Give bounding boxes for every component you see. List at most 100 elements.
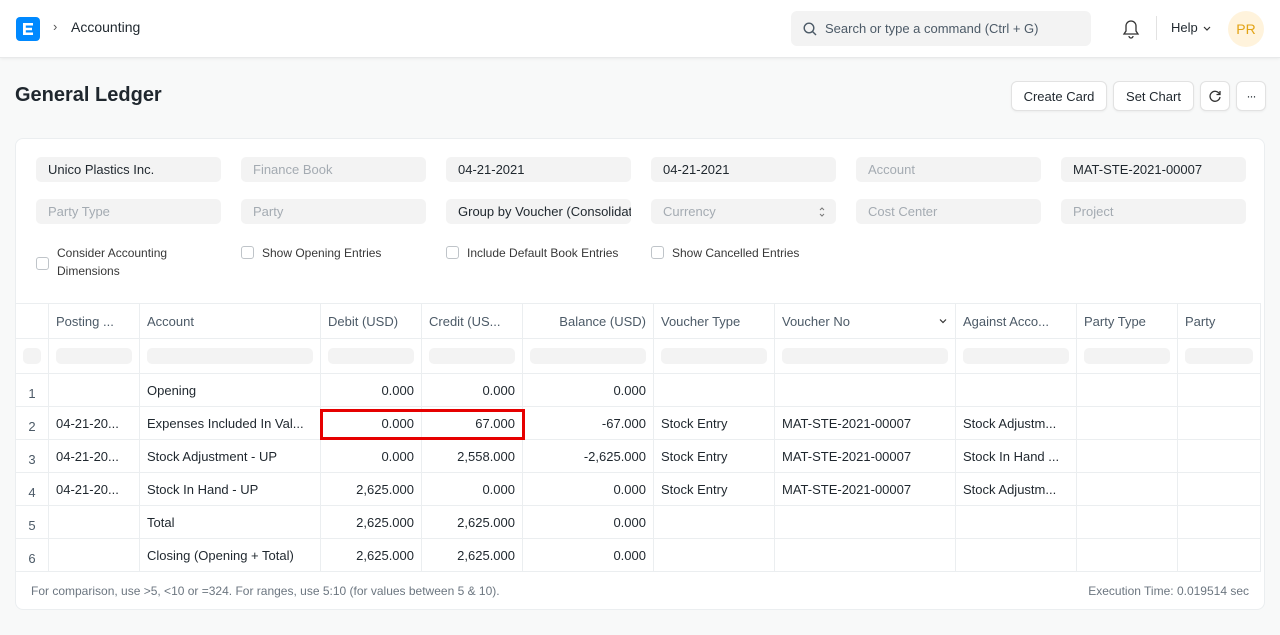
cell-credit[interactable]: 2,625.000 [422,506,523,538]
cell-debit[interactable]: 0.000 [321,374,422,406]
app-logo-icon[interactable] [16,17,40,41]
cell-party[interactable] [1178,506,1261,538]
cell-posting-date[interactable] [49,506,140,538]
cell-credit[interactable]: 2,558.000 [422,440,523,472]
cell-account[interactable]: Stock In Hand - UP [140,473,321,505]
group-by-select[interactable]: Group by Voucher (Consolidated) [446,199,631,224]
column-filter-input-credit[interactable] [429,348,515,364]
voucher-no-field[interactable]: MAT-STE-2021-00007 [1061,157,1246,182]
cell-debit[interactable]: 2,625.000 [321,473,422,505]
cell-debit[interactable]: 2,625.000 [321,506,422,538]
column-header-debit[interactable]: Debit (USD) [321,304,422,338]
column-header-voucher-type[interactable]: Voucher Type [654,304,775,338]
cell-party[interactable] [1178,539,1261,571]
cell-credit[interactable]: 2,625.000 [422,539,523,571]
chevron-down-icon[interactable] [938,316,948,326]
cell-row-index[interactable]: 6 [16,539,49,571]
cell-row-index[interactable]: 4 [16,473,49,505]
checkbox-box[interactable] [241,246,254,259]
cell-row-index[interactable]: 5 [16,506,49,538]
party-field[interactable]: Party [241,199,426,224]
column-header-row-index[interactable] [16,304,49,338]
cell-party-type[interactable] [1077,506,1178,538]
cell-voucher-no[interactable]: MAT-STE-2021-00007 [775,407,956,439]
cell-row-index[interactable]: 1 [16,374,49,406]
cell-voucher-no[interactable] [775,506,956,538]
table-row[interactable]: 2 04-21-20... Expenses Included In Val... 0… [16,407,1261,440]
cell-voucher-type[interactable] [654,506,775,538]
cell-voucher-type[interactable]: Stock Entry [654,407,775,439]
cell-party-type[interactable] [1077,473,1178,505]
search-bar[interactable]: Search or type a command (Ctrl + G) [791,11,1091,46]
cell-voucher-no[interactable]: MAT-STE-2021-00007 [775,440,956,472]
cell-party-type[interactable] [1077,539,1178,571]
cell-against-account[interactable] [956,539,1077,571]
column-header-party-type[interactable]: Party Type [1077,304,1178,338]
column-filter-input-party[interactable] [1185,348,1253,364]
avatar[interactable]: PR [1228,11,1264,47]
cell-balance[interactable]: 0.000 [523,506,654,538]
search-input[interactable]: Search or type a command (Ctrl + G) [825,21,1039,36]
project-field[interactable]: Project [1061,199,1246,224]
currency-select[interactable]: Currency [651,199,836,224]
account-field[interactable]: Account [856,157,1041,182]
create-card-button[interactable]: Create Card [1011,81,1107,111]
cell-account[interactable]: Total [140,506,321,538]
cell-voucher-type[interactable]: Stock Entry [654,473,775,505]
cost-center-field[interactable]: Cost Center [856,199,1041,224]
help-dropdown[interactable]: Help [1171,20,1212,35]
cell-account[interactable]: Stock Adjustment - UP [140,440,321,472]
cell-debit[interactable]: 2,625.000 [321,539,422,571]
cell-party[interactable] [1178,374,1261,406]
table-row[interactable]: 6 Closing (Opening + Total) 2,625.000 2,625… [16,539,1261,572]
cell-party-type[interactable] [1077,440,1178,472]
column-header-balance[interactable]: Balance (USD) [523,304,654,338]
column-header-posting-date[interactable]: Posting ... [49,304,140,338]
cell-posting-date[interactable] [49,374,140,406]
finance-book-field[interactable]: Finance Book [241,157,426,182]
cell-party-type[interactable] [1077,374,1178,406]
cell-balance[interactable]: -67.000 [523,407,654,439]
cell-voucher-no[interactable]: MAT-STE-2021-00007 [775,473,956,505]
cell-party[interactable] [1178,473,1261,505]
column-filter-input-posting-date[interactable] [56,348,132,364]
column-filter-input-row-index[interactable] [23,348,41,364]
cell-against-account[interactable]: Stock Adjustm... [956,473,1077,505]
column-filter-input-against-account[interactable] [963,348,1069,364]
cell-voucher-type[interactable]: Stock Entry [654,440,775,472]
cell-row-index[interactable]: 3 [16,440,49,472]
more-options-button[interactable]: ··· [1236,81,1266,111]
column-header-credit[interactable]: Credit (US... [422,304,523,338]
cell-voucher-no[interactable] [775,374,956,406]
cell-account[interactable]: Expenses Included In Val... [140,407,321,439]
party-type-field[interactable]: Party Type [36,199,221,224]
table-row[interactable]: 3 04-21-20... Stock Adjustment - UP 0.000 2,… [16,440,1261,473]
cell-account[interactable]: Closing (Opening + Total) [140,539,321,571]
cancelled-entries-checkbox[interactable]: Show Cancelled Entries [651,244,799,262]
table-row[interactable]: 1 Opening 0.000 0.000 0.000 [16,374,1261,407]
default-book-checkbox[interactable]: Include Default Book Entries [446,244,618,262]
company-field[interactable]: Unico Plastics Inc. [36,157,221,182]
table-row[interactable]: 4 04-21-20... Stock In Hand - UP 2,625.000 0… [16,473,1261,506]
cell-party-type[interactable] [1077,407,1178,439]
cell-balance[interactable]: 0.000 [523,539,654,571]
cell-row-index[interactable]: 2 [16,407,49,439]
column-header-against-account[interactable]: Against Acco... [956,304,1077,338]
refresh-button[interactable] [1200,81,1230,111]
cell-balance[interactable]: -2,625.000 [523,440,654,472]
cell-party[interactable] [1178,407,1261,439]
cell-posting-date[interactable] [49,539,140,571]
cell-against-account[interactable] [956,374,1077,406]
opening-entries-checkbox[interactable]: Show Opening Entries [241,244,381,262]
notification-bell-icon[interactable] [1122,19,1140,39]
cell-balance[interactable]: 0.000 [523,473,654,505]
cell-posting-date[interactable]: 04-21-20... [49,407,140,439]
cell-credit[interactable]: 0.000 [422,473,523,505]
cell-voucher-no[interactable] [775,539,956,571]
cell-against-account[interactable]: Stock Adjustm... [956,407,1077,439]
cell-against-account[interactable] [956,506,1077,538]
set-chart-button[interactable]: Set Chart [1113,81,1194,111]
cell-posting-date[interactable]: 04-21-20... [49,473,140,505]
accounting-dimensions-checkbox[interactable]: Consider Accounting Dimensions [36,244,206,280]
cell-voucher-type[interactable] [654,374,775,406]
